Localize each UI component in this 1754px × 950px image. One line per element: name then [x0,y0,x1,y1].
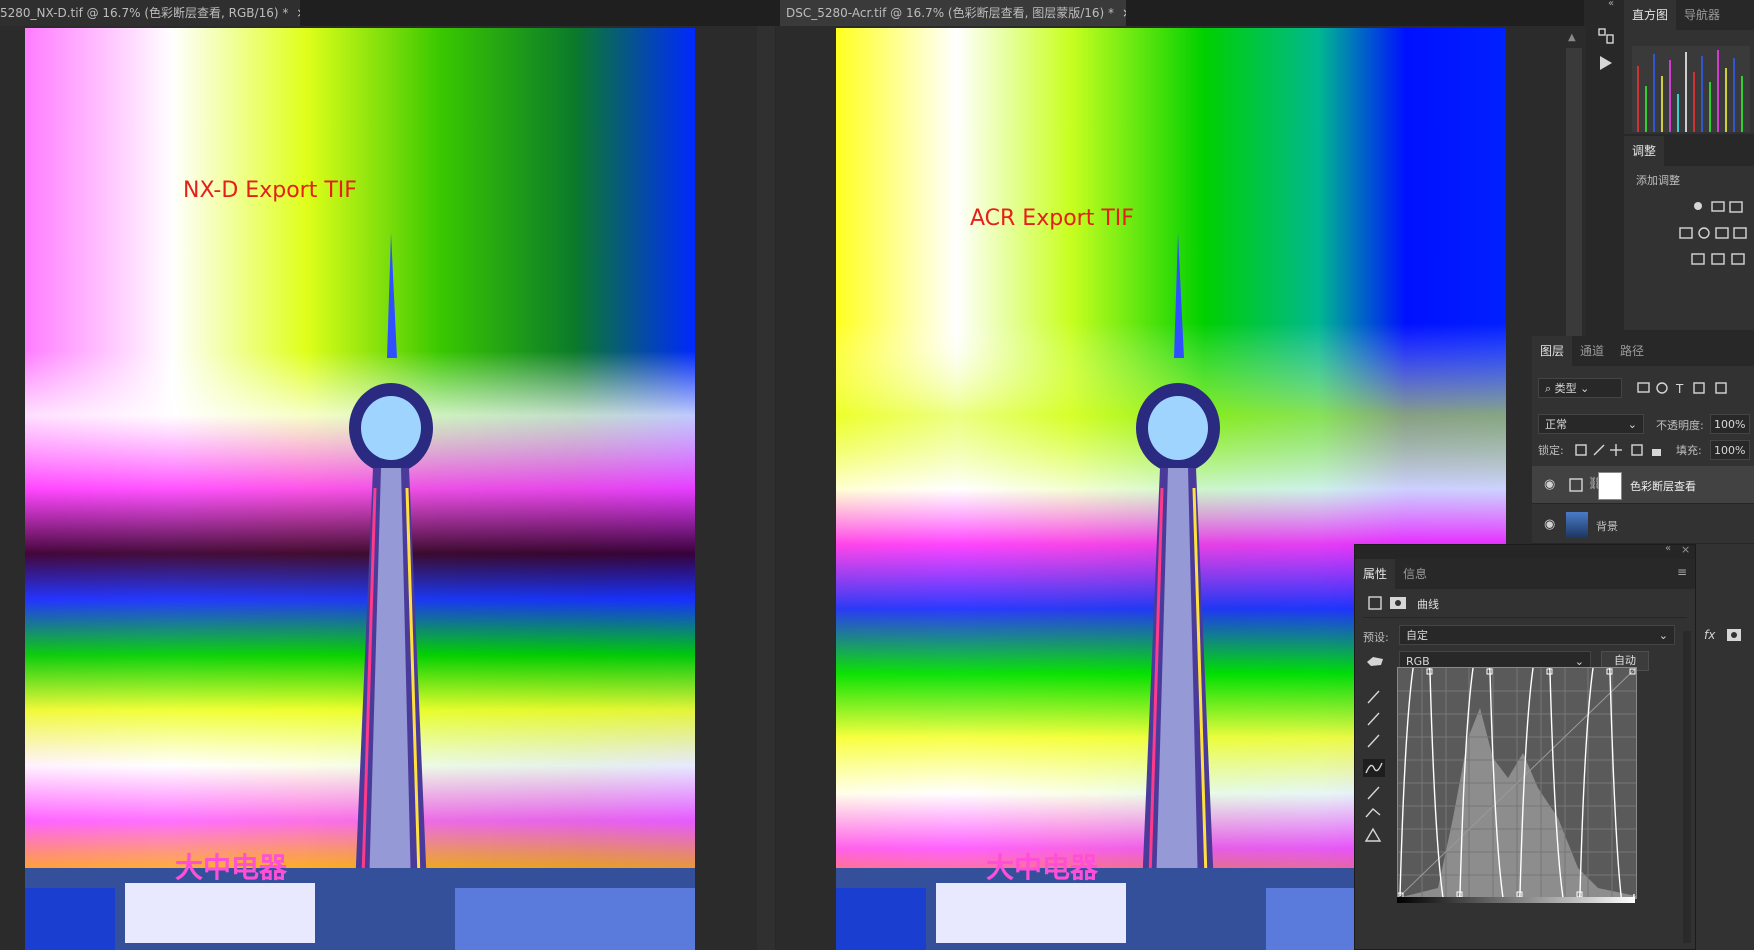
curve-tool-icons [1363,690,1385,842]
black-point-eyedropper-icon[interactable] [1367,690,1380,704]
curves-layer-icon [1569,478,1583,492]
document-tab-acr[interactable]: DSC_5280-Acr.tif @ 16.7% (色彩断层查看, 图层蒙版/1… [780,0,1126,26]
play-action-icon[interactable] [1596,54,1614,72]
layer-name: 色彩断层查看 [1630,480,1696,493]
curves-icon[interactable] [1729,201,1743,213]
svg-text:T: T [1675,382,1684,396]
fill-input[interactable]: 100% [1710,440,1750,460]
histogram-graph [1632,46,1750,132]
overlay-text: NX-D Export TIF [183,178,357,203]
fx-icon[interactable]: fx [1704,628,1715,642]
layer-row-adjustment[interactable]: ◉ ⛓ 色彩断层查看 [1532,466,1754,504]
lock-label: 锁定: [1538,444,1564,457]
add-mask-icon[interactable] [1726,628,1742,642]
properties-panel: « × 属性 信息 ≡ 曲线 预设: 自定 ⌄ RGB ⌄ 自动 [1354,543,1696,950]
panel-header: « × [1355,543,1695,559]
layer-name: 背景 [1596,520,1618,533]
posterized-tower-image [25,28,695,950]
white-point-eyedropper-icon[interactable] [1367,734,1380,748]
curves-graph[interactable] [1397,667,1637,899]
invert-icon[interactable] [1691,253,1705,265]
black-white-icon[interactable] [1715,227,1729,239]
add-adjustment-label: 添加调整 [1636,174,1680,187]
document-window-nxd: NX-D Export TIF 大中电器 [0,26,775,950]
tab-info[interactable]: 信息 [1395,559,1435,589]
posterize-icon[interactable] [1711,253,1725,265]
smooth-icon[interactable] [1365,808,1381,818]
close-icon[interactable]: × [1122,6,1126,20]
tab-title: 5280_NX-D.tif @ 16.7% (色彩断层查看, RGB/16) * [0,6,289,20]
opacity-label: 不透明度: [1656,419,1704,432]
photo-filter-icon[interactable] [1733,227,1747,239]
preset-label: 预设: [1363,631,1389,644]
adjustment-icons [1674,196,1754,279]
blend-mode-select[interactable]: 正常 ⌄ [1538,414,1644,434]
collapse-icon[interactable]: « [1665,543,1671,554]
layer-filter-select[interactable]: ⌕ 类型 ⌄ [1538,378,1622,398]
lock-icons[interactable] [1574,442,1664,458]
close-icon[interactable]: × [296,6,300,20]
histogram-panel: 直方图 导航器 [1624,0,1754,134]
eye-icon[interactable]: ◉ [1544,477,1555,492]
levels-icon[interactable] [1711,201,1725,212]
building-sign: 大中电器 [986,851,1099,884]
document-tab-bar: 5280_NX-D.tif @ 16.7% (色彩断层查看, RGB/16) *… [0,0,1584,26]
filter-kind-text: 类型 [1554,382,1577,395]
gradient-map-icon[interactable] [1731,253,1745,265]
eye-icon[interactable]: ◉ [1544,517,1555,532]
tab-navigator[interactable]: 导航器 [1676,0,1728,30]
properties-type-label: 曲线 [1417,598,1439,611]
vertical-scrollbar[interactable] [757,26,775,950]
layer-row-background[interactable]: ◉ 背景 [1532,506,1754,544]
pencil-icon[interactable] [1367,786,1380,800]
edit-points-icon[interactable] [1363,759,1385,777]
curves-type-icon [1368,596,1382,610]
vertical-scrollbar[interactable] [1566,48,1582,358]
collapse-arrows-icon[interactable]: « [1608,0,1614,9]
layer-filter-icons[interactable]: T [1636,380,1754,396]
document-tab-nxd[interactable]: 5280_NX-D.tif @ 16.7% (色彩断层查看, RGB/16) *… [0,0,300,26]
tab-channels[interactable]: 通道 [1572,336,1612,366]
preset-value: 自定 [1406,629,1428,642]
clipping-warning-icon[interactable] [1364,827,1382,842]
gray-point-eyedropper-icon[interactable] [1367,712,1380,726]
vibrance-icon[interactable] [1679,227,1693,239]
image-canvas-nxd[interactable]: NX-D Export TIF 大中电器 [25,28,695,950]
gradient-bar [1397,897,1635,903]
scroll-up-icon[interactable]: ▲ [1568,32,1576,43]
fill-label: 填充: [1676,444,1702,457]
brightness-icon[interactable] [1694,202,1702,210]
tab-paths[interactable]: 路径 [1612,336,1652,366]
blend-mode-text: 正常 [1545,418,1567,431]
tab-histogram[interactable]: 直方图 [1624,0,1677,30]
color-balance-icon[interactable] [1698,227,1710,239]
adjustments-panel: 调整 添加调整 [1624,136,1754,330]
overlay-text: ACR Export TIF [970,206,1134,231]
mask-type-icon[interactable] [1389,595,1407,611]
tab-layers[interactable]: 图层 [1532,336,1573,366]
tab-title: DSC_5280-Acr.tif @ 16.7% (色彩断层查看, 图层蒙版/1… [786,6,1115,20]
history-icon[interactable] [1596,26,1616,46]
tab-properties[interactable]: 属性 [1355,559,1396,589]
layer-thumbnail[interactable] [1566,512,1588,538]
opacity-input[interactable]: 100% [1710,414,1750,434]
building-sign: 大中电器 [175,851,288,884]
panel-menu-icon[interactable]: ≡ [1677,565,1687,579]
close-icon[interactable]: × [1681,543,1690,556]
tab-adjustments[interactable]: 调整 [1624,136,1665,166]
target-adjust-hand-icon[interactable] [1365,653,1385,669]
properties-scrollbar[interactable] [1683,631,1691,943]
layer-mask-thumbnail[interactable] [1598,472,1622,500]
tool-strip: « [1586,0,1624,330]
preset-select[interactable]: 自定 ⌄ [1399,625,1675,645]
